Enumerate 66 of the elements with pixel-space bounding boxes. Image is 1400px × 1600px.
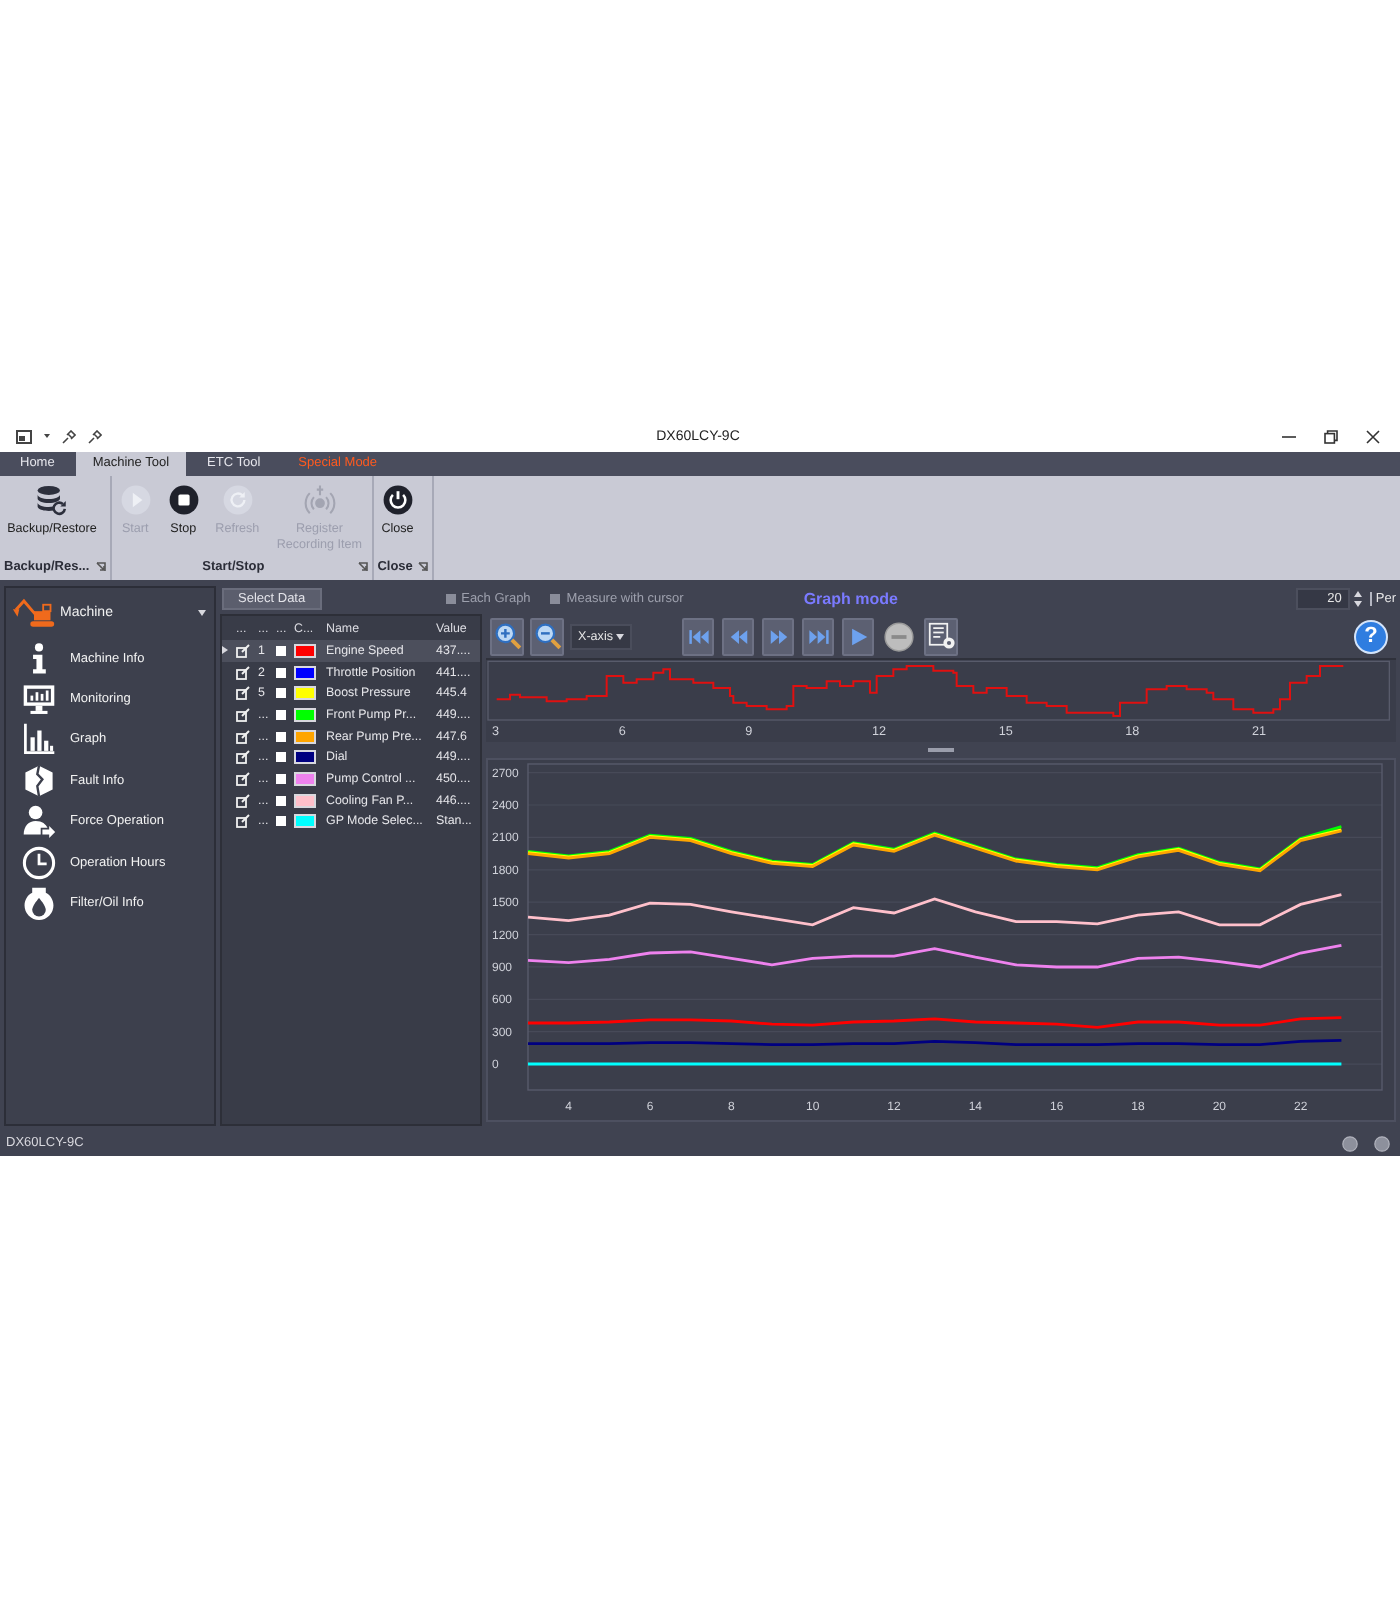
- row-checkbox[interactable]: [276, 688, 286, 699]
- edit-icon[interactable]: [236, 707, 250, 722]
- row-checkbox[interactable]: [276, 645, 286, 656]
- row-pointer-icon: [222, 646, 228, 655]
- rewind-icon: [725, 625, 751, 647]
- dialog-launcher-icon[interactable]: [95, 562, 106, 572]
- option-checkbox[interactable]: [550, 594, 561, 604]
- caret-icon: [616, 633, 624, 639]
- skip-back-icon: [685, 625, 711, 647]
- list-gear-icon: [927, 622, 955, 650]
- edit-icon[interactable]: [236, 686, 250, 701]
- zoom-in-icon: [493, 622, 521, 650]
- fast-forward-icon: [765, 625, 791, 647]
- row-checkbox[interactable]: [276, 709, 286, 720]
- row-checkbox[interactable]: [276, 773, 286, 784]
- edit-icon[interactable]: [236, 750, 250, 765]
- skip-forward-icon: [805, 625, 831, 647]
- monitor-chart-icon: [22, 682, 56, 717]
- row-checkbox[interactable]: [276, 816, 286, 827]
- row-checkbox[interactable]: [276, 731, 286, 742]
- dialog-launcher-icon[interactable]: [418, 562, 429, 572]
- caret-icon[interactable]: [44, 434, 50, 438]
- skip-to-start-button[interactable]: [682, 617, 714, 655]
- refresh-icon: [221, 484, 254, 516]
- stop-icon: [167, 484, 200, 516]
- edit-icon[interactable]: [236, 643, 250, 658]
- rewind-button[interactable]: [722, 617, 754, 655]
- edit-icon[interactable]: [236, 814, 250, 829]
- zoom-out-button[interactable]: [530, 617, 564, 655]
- app-menu-icon[interactable]: [16, 429, 32, 443]
- option-checkbox[interactable]: [445, 594, 456, 604]
- power-icon: [381, 484, 414, 516]
- graph-mode-label: Graph mode: [803, 590, 898, 608]
- edit-icon[interactable]: [236, 729, 250, 744]
- row-checkbox[interactable]: [276, 795, 286, 806]
- cracked-cube-icon: [22, 763, 56, 798]
- database-sync-icon: [36, 484, 68, 516]
- zoom-in-button[interactable]: [490, 617, 524, 655]
- drop-icon: [22, 886, 56, 921]
- restore-icon[interactable]: [1324, 429, 1338, 443]
- edit-icon[interactable]: [236, 771, 250, 786]
- help-button[interactable]: ?: [1354, 619, 1388, 653]
- edit-icon[interactable]: [236, 793, 250, 808]
- play-icon: [847, 625, 869, 647]
- chart-settings-button[interactable]: [924, 617, 958, 655]
- dialog-launcher-icon[interactable]: [357, 562, 368, 572]
- caret-icon[interactable]: [198, 610, 206, 616]
- clock-icon: [22, 845, 56, 880]
- zoom-out-icon: [533, 622, 561, 650]
- excavator-icon: [12, 598, 56, 628]
- pin-icon[interactable]: [88, 429, 102, 443]
- bar-chart-icon: [22, 722, 56, 757]
- antenna-icon: [303, 484, 336, 516]
- row-checkbox[interactable]: [276, 667, 286, 678]
- close-icon[interactable]: [1366, 429, 1380, 443]
- edit-icon[interactable]: [236, 665, 250, 680]
- pin-icon[interactable]: [62, 429, 76, 443]
- person-arrow-icon: [22, 804, 56, 839]
- play-button[interactable]: [842, 617, 874, 655]
- play-icon: [119, 484, 152, 516]
- splitter-handle[interactable]: [928, 748, 954, 752]
- spin-arrows-icon[interactable]: [1353, 590, 1362, 608]
- skip-to-end-button[interactable]: [802, 617, 834, 655]
- row-checkbox[interactable]: [276, 752, 286, 763]
- fast-forward-button[interactable]: [762, 617, 794, 655]
- stop-icon[interactable]: [884, 621, 914, 651]
